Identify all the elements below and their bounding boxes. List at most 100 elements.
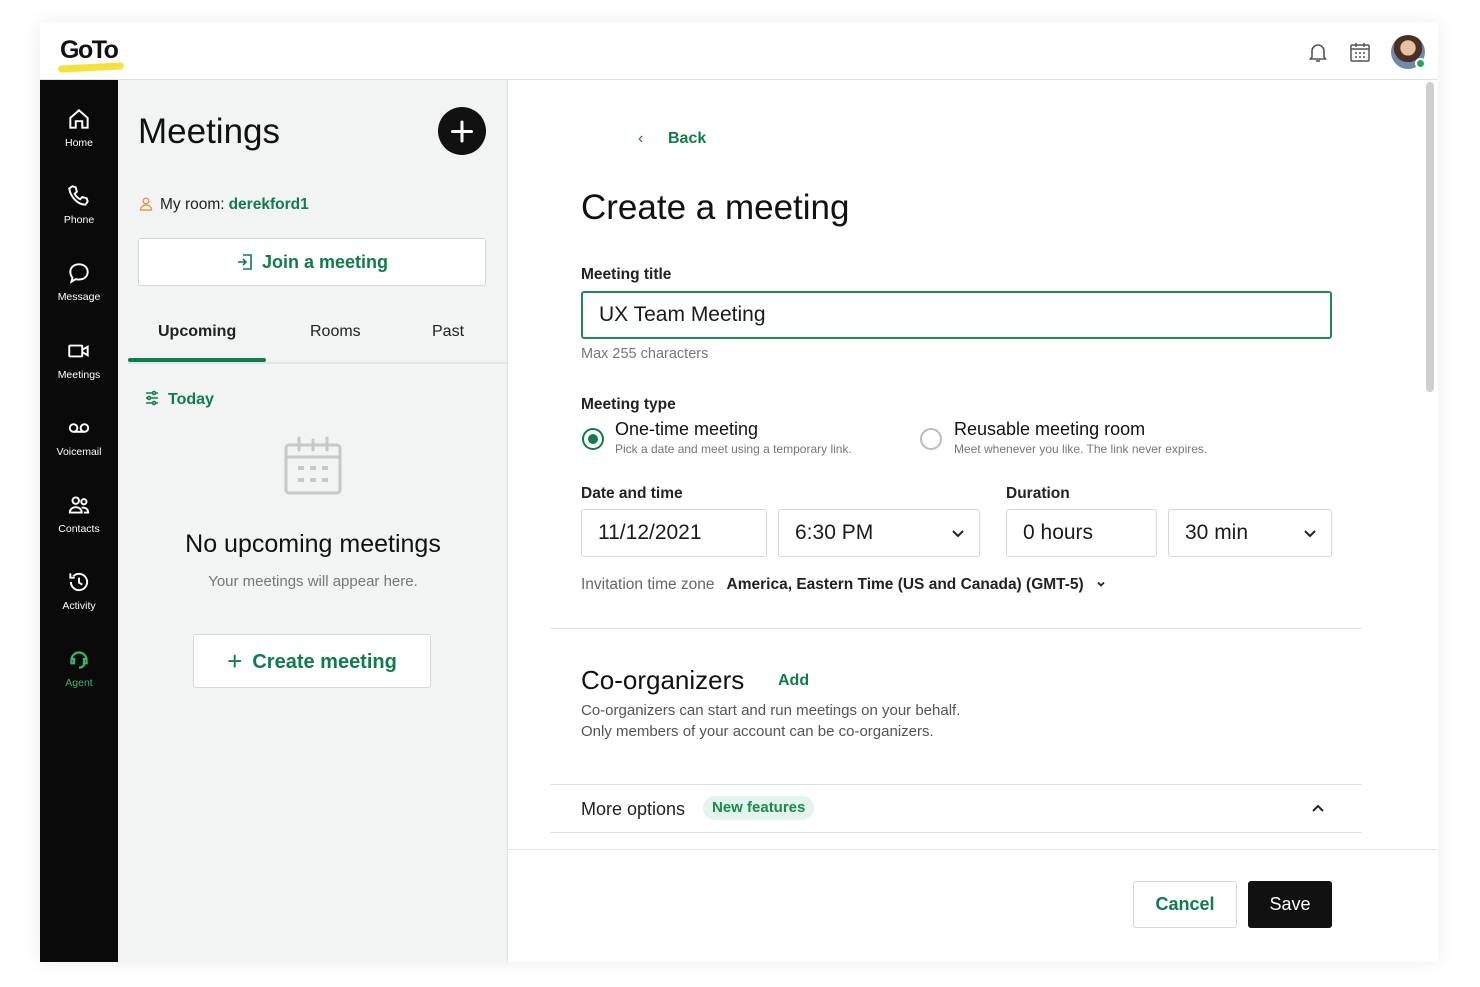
- hours-value: 0 hours: [1023, 521, 1094, 544]
- section-divider: [550, 628, 1362, 629]
- rail-item-agent[interactable]: Agent: [40, 646, 118, 706]
- one-time-sub: Pick a date and meet using a temporary l…: [615, 442, 852, 456]
- empty-calendar-icon: [284, 436, 342, 495]
- rail-item-home[interactable]: Home: [40, 106, 118, 166]
- reusable-room-title[interactable]: Reusable meeting room: [954, 419, 1145, 440]
- rail-label: Activity: [62, 600, 96, 612]
- new-meeting-button[interactable]: [438, 107, 486, 155]
- today-label: Today: [168, 391, 214, 408]
- timezone-row: Invitation time zone America, Eastern Tim…: [581, 576, 1106, 594]
- my-room-link[interactable]: derekford1: [229, 196, 309, 213]
- reusable-room-radio[interactable]: [920, 428, 942, 450]
- meeting-type-label: Meeting type: [581, 396, 676, 413]
- form-title: Create a meeting: [581, 188, 850, 227]
- rail-item-contacts[interactable]: Contacts: [40, 492, 118, 552]
- cancel-button[interactable]: Cancel: [1133, 881, 1237, 928]
- hours-input[interactable]: 0 hours: [1006, 509, 1157, 557]
- person-icon: [139, 197, 153, 211]
- rail-label: Message: [57, 291, 101, 303]
- date-time-label: Date and time: [581, 485, 683, 502]
- rail-item-activity[interactable]: Activity: [40, 569, 118, 629]
- meeting-title-input[interactable]: [581, 291, 1332, 339]
- calendar-icon[interactable]: [1348, 40, 1372, 64]
- coorganizers-desc-1: Co-organizers can start and run meetings…: [581, 702, 961, 719]
- home-icon: [69, 109, 89, 129]
- empty-title: No upcoming meetings: [185, 530, 441, 558]
- active-tab-indicator: [128, 358, 266, 362]
- rail-item-phone[interactable]: Phone: [40, 183, 118, 243]
- bell-icon[interactable]: [1306, 40, 1330, 64]
- rail-label: Meetings: [57, 369, 101, 381]
- rail-label: Home: [64, 137, 93, 149]
- chevron-down-icon: [952, 530, 964, 538]
- form-footer: Cancel Save: [508, 849, 1438, 962]
- today-filter[interactable]: Today: [144, 390, 214, 409]
- join-icon: [237, 254, 252, 270]
- phone-icon: [68, 185, 89, 206]
- nav-rail: Home Phone Message Meetings Voicemail Co…: [40, 80, 118, 962]
- minutes-value: 30 min: [1185, 521, 1249, 544]
- section-divider: [550, 832, 1362, 833]
- my-room-label: My room:: [160, 196, 225, 213]
- join-meeting-button[interactable]: Join a meeting: [138, 238, 486, 286]
- goto-logo[interactable]: GoTo: [60, 36, 119, 65]
- message-icon: [69, 263, 89, 284]
- video-icon: [68, 344, 89, 358]
- voicemail-icon: [68, 423, 90, 433]
- time-select[interactable]: 6:30 PM: [778, 509, 980, 557]
- rail-item-message[interactable]: Message: [40, 260, 118, 320]
- time-value: 6:30 PM: [795, 521, 874, 544]
- chevron-up-icon[interactable]: [1310, 800, 1326, 816]
- duration-label: Duration: [1006, 485, 1070, 502]
- chevron-left-icon: ‹: [638, 130, 644, 147]
- coorganizers-title: Co-organizers: [581, 665, 745, 695]
- presence-dot: [1415, 58, 1426, 69]
- rail-label: Contacts: [58, 523, 100, 535]
- chevron-down-icon[interactable]: [1096, 579, 1106, 589]
- more-options-toggle[interactable]: More options: [581, 799, 685, 820]
- filter-icon: [146, 390, 158, 406]
- tab-past[interactable]: Past: [432, 323, 464, 341]
- scrollbar[interactable]: [1426, 82, 1434, 392]
- save-button[interactable]: Save: [1248, 881, 1332, 928]
- chevron-down-icon: [1304, 530, 1316, 538]
- meetings-panel: Meetings My room: derekford1 Join a meeti…: [118, 80, 508, 962]
- meeting-title-hint: Max 255 characters: [581, 346, 709, 362]
- tab-rooms[interactable]: Rooms: [310, 323, 361, 341]
- create-meeting-form: ‹ Back Create a meeting Meeting title Max…: [508, 80, 1438, 962]
- my-room: My room: derekford1: [138, 196, 309, 214]
- reusable-room-sub: Meet whenever you like. The link never e…: [954, 442, 1208, 456]
- plus-icon: +: [227, 646, 243, 676]
- contacts-icon: [68, 496, 90, 514]
- date-input[interactable]: 11/12/2021: [581, 509, 767, 557]
- add-coorganizer-link[interactable]: Add: [778, 672, 809, 690]
- timezone-label: Invitation time zone: [581, 576, 715, 593]
- section-divider: [550, 784, 1362, 785]
- rail-item-meetings[interactable]: Meetings: [40, 338, 118, 398]
- agent-icon: [70, 651, 88, 669]
- one-time-title[interactable]: One-time meeting: [615, 419, 758, 440]
- back-label: Back: [668, 130, 707, 147]
- app-window: GoTo Home Phone Message Meetings Voicema…: [40, 22, 1438, 962]
- rail-label: Agent: [65, 677, 93, 689]
- rail-label: Phone: [63, 214, 95, 226]
- coorganizers-desc-2: Only members of your account can be co-o…: [581, 723, 934, 740]
- date-value: 11/12/2021: [598, 521, 702, 544]
- panel-title: Meetings: [138, 112, 281, 151]
- timezone-select[interactable]: America, Eastern Time (US and Canada) (G…: [727, 576, 1084, 593]
- activity-icon: [69, 572, 89, 592]
- minutes-select[interactable]: 30 min: [1168, 509, 1332, 557]
- meeting-title-label: Meeting title: [581, 266, 672, 283]
- create-meeting-button[interactable]: + Create meeting: [193, 634, 431, 688]
- back-link[interactable]: ‹ Back: [638, 130, 706, 148]
- new-features-badge: New features: [703, 796, 815, 820]
- one-time-radio[interactable]: [582, 428, 604, 450]
- rail-label: Voicemail: [56, 446, 102, 458]
- rail-item-voicemail[interactable]: Voicemail: [40, 415, 118, 475]
- tab-upcoming[interactable]: Upcoming: [158, 323, 236, 341]
- top-bar: GoTo: [40, 22, 1438, 80]
- empty-subtitle: Your meetings will appear here.: [208, 573, 418, 590]
- join-meeting-label: Join a meeting: [261, 252, 389, 272]
- meeting-tabs: Upcoming Rooms Past: [128, 316, 508, 364]
- create-meeting-label: Create meeting: [252, 651, 397, 673]
